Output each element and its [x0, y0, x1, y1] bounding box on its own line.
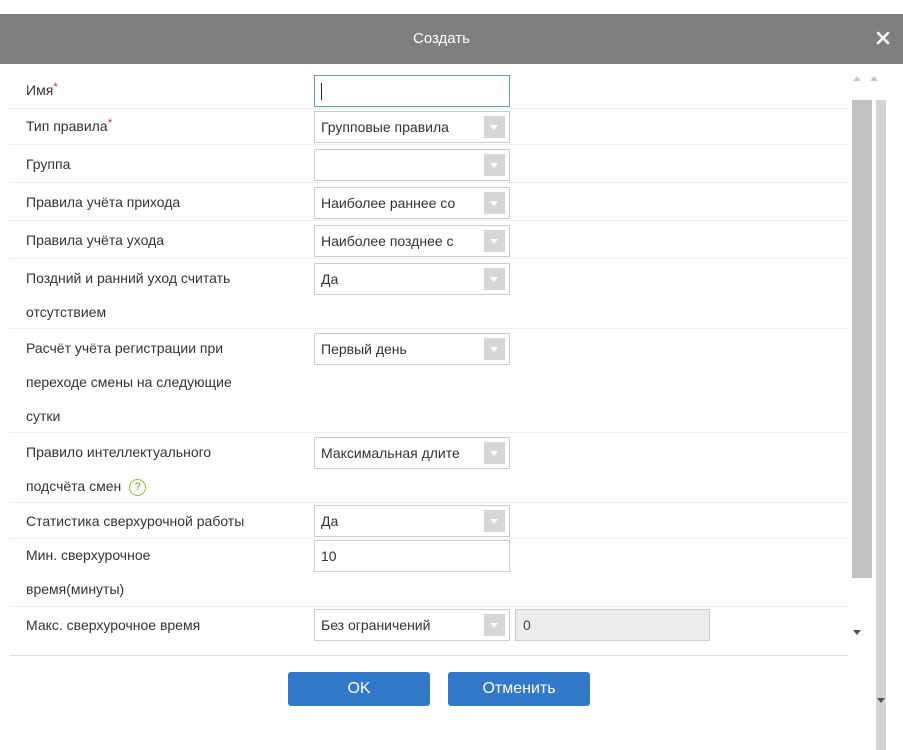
footer-divider — [10, 655, 848, 656]
scroll-up-arrow-icon[interactable] — [853, 76, 861, 81]
ok-button[interactable]: OK — [288, 672, 430, 706]
form-row-smart-shift: Правило интеллектуального подсчёта смен?… — [10, 432, 848, 503]
chevron-down-icon[interactable] — [484, 614, 505, 636]
chevron-down-icon[interactable] — [484, 510, 505, 532]
cross-day-select[interactable]: Первый день — [314, 333, 510, 365]
chevron-down-icon[interactable] — [484, 268, 505, 290]
checkin-rule-value: Наиболее раннее со — [321, 195, 456, 211]
max-overtime-select[interactable]: Без ограничений — [314, 609, 510, 641]
form-row-cross-day: Расчёт учёта регистрации при переходе см… — [10, 328, 848, 433]
cross-day-value: Первый день — [321, 341, 407, 357]
form-row-checkin-rule: Правила учёта прихода Наиболее раннее со — [10, 182, 848, 221]
chevron-down-icon[interactable] — [484, 116, 505, 138]
scroll-down-arrow-icon[interactable] — [853, 630, 861, 635]
dialog-scrollbar-track[interactable] — [852, 70, 890, 750]
late-early-absence-select[interactable]: Да — [314, 263, 510, 295]
form-row-group: Группа — [10, 144, 848, 183]
required-mark: * — [107, 116, 113, 130]
checkin-rule-label: Правила учёта прихода — [26, 194, 181, 210]
late-early-absence-label: Поздний и ранний уход считать отсутствие… — [26, 270, 231, 320]
checkout-rule-label: Правила учёта ухода — [26, 232, 165, 248]
form-row-overtime-stats: Статистика сверхурочной работы Да — [10, 502, 848, 539]
smart-shift-label: Правило интеллектуального подсчёта смен? — [26, 444, 212, 496]
rule-form: Имя* Тип правила* Групповые правила Груп… — [10, 64, 848, 654]
overtime-stats-select[interactable]: Да — [314, 505, 510, 537]
rule-type-value: Групповые правила — [321, 119, 449, 135]
scrollbar-thumb[interactable] — [876, 100, 886, 750]
overtime-stats-value: Да — [321, 513, 339, 529]
min-overtime-label: Мин. сверхурочное время(минуты) — [26, 547, 151, 597]
cancel-button[interactable]: Отменить — [448, 672, 590, 706]
cross-day-label: Расчёт учёта регистрации при переходе см… — [26, 340, 232, 424]
chevron-down-icon[interactable] — [484, 338, 505, 360]
form-row-checkout-rule: Правила учёта ухода Наиболее позднее с — [10, 220, 848, 259]
rule-type-select[interactable]: Групповые правила — [314, 111, 510, 143]
group-select[interactable] — [314, 149, 510, 181]
question-circle-icon[interactable]: ? — [129, 478, 147, 496]
form-row-late-early-absence: Поздний и ранний уход считать отсутствие… — [10, 258, 848, 329]
checkin-rule-select[interactable]: Наиболее раннее со — [314, 187, 510, 219]
dialog-title: Создать — [412, 30, 470, 47]
chevron-down-icon[interactable] — [484, 442, 505, 464]
max-overtime-label: Макс. сверхурочное время — [26, 617, 201, 633]
background-page-text — [0, 0, 903, 8]
name-label: Имя* — [26, 80, 58, 98]
form-row-max-overtime: Макс. сверхурочное время Без ограничений… — [10, 606, 848, 644]
chevron-down-icon[interactable] — [484, 154, 505, 176]
rule-type-label: Тип правила* — [26, 116, 113, 134]
overtime-stats-label: Статистика сверхурочной работы — [26, 513, 245, 529]
scroll-down-arrow-icon[interactable] — [877, 698, 885, 703]
checkout-rule-value: Наиболее позднее с — [321, 233, 454, 249]
dialog-titlebar: Создать — [0, 14, 903, 64]
close-icon[interactable] — [873, 28, 893, 48]
max-overtime-limit-input[interactable]: 0 — [515, 609, 710, 641]
text-caret — [321, 83, 322, 100]
chevron-down-icon[interactable] — [484, 192, 505, 214]
form-row-rule-type: Тип правила* Групповые правила — [10, 108, 848, 145]
group-label: Группа — [26, 156, 71, 172]
smart-shift-value: Максимальная длите — [321, 445, 460, 461]
form-row-name: Имя* — [10, 72, 848, 109]
name-input[interactable] — [314, 75, 510, 107]
required-mark: * — [53, 80, 58, 94]
scrollbar-thumb[interactable] — [852, 100, 872, 578]
form-row-min-overtime: Мин. сверхурочное время(минуты) 10 — [10, 538, 848, 607]
checkout-rule-select[interactable]: Наиболее позднее с — [314, 225, 510, 257]
late-early-absence-value: Да — [321, 271, 339, 287]
max-overtime-value: Без ограничений — [321, 617, 431, 633]
smart-shift-select[interactable]: Максимальная длите — [314, 437, 510, 469]
min-overtime-input[interactable]: 10 — [314, 540, 510, 572]
chevron-down-icon[interactable] — [484, 230, 505, 252]
